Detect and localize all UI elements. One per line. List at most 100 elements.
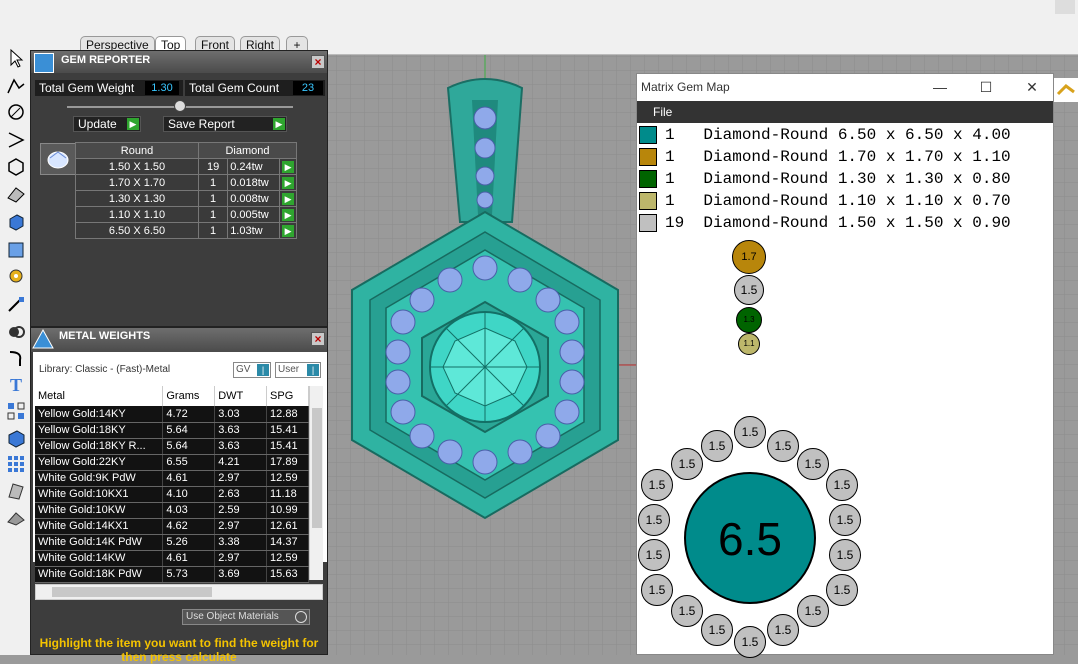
box-icon[interactable] bbox=[6, 212, 26, 232]
save-report-button-label: Save Report bbox=[168, 117, 235, 131]
rhino-rollout-icon[interactable] bbox=[1054, 78, 1078, 102]
gem-map-halo-stone[interactable]: 1.5 bbox=[797, 448, 829, 480]
gem-row[interactable]: 1.30 X 1.30 1 0.008tw ▶ bbox=[75, 190, 297, 207]
metal-dwt: 3.63 bbox=[214, 438, 268, 455]
boolean-icon[interactable] bbox=[6, 321, 26, 341]
gv-toggle[interactable]: GV | bbox=[233, 362, 271, 378]
gem-table-header: Round Diamond bbox=[75, 142, 297, 159]
gem-map-stone-1-3[interactable]: 1.3 bbox=[736, 307, 762, 333]
mesh-icon[interactable] bbox=[6, 240, 26, 260]
gem-map-stone-1-5[interactable]: 1.5 bbox=[734, 275, 764, 305]
select-gem-arrow-icon[interactable]: ▶ bbox=[282, 192, 295, 205]
metal-row[interactable]: White Gold:14KX1 4.62 2.97 12.61 bbox=[35, 518, 309, 535]
col-spg: SPG bbox=[266, 386, 309, 406]
polygon-icon[interactable] bbox=[6, 157, 26, 177]
weight-slider-thumb[interactable] bbox=[174, 100, 186, 112]
gem-map-halo-stone[interactable]: 1.5 bbox=[829, 539, 861, 571]
gem-row[interactable]: 1.10 X 1.10 1 0.005tw ▶ bbox=[75, 206, 297, 223]
gear-icon[interactable] bbox=[6, 266, 26, 286]
metal-name: White Gold:10KW bbox=[35, 502, 164, 519]
metal-spg: 14.37 bbox=[266, 534, 309, 551]
gem-map-halo-stone[interactable]: 1.5 bbox=[671, 448, 703, 480]
user-toggle[interactable]: User | bbox=[275, 362, 321, 378]
gem-map-stone-1-7[interactable]: 1.7 bbox=[732, 240, 766, 274]
analyze-icon[interactable] bbox=[6, 481, 26, 501]
transform-icon[interactable] bbox=[6, 294, 26, 314]
gem-map-halo-stone[interactable]: 1.5 bbox=[829, 504, 861, 536]
gem-shape-round-icon[interactable] bbox=[40, 143, 76, 175]
metal-table-vscrollbar[interactable] bbox=[309, 386, 323, 580]
curve-icon[interactable] bbox=[6, 130, 26, 150]
text-icon[interactable]: T bbox=[6, 374, 26, 394]
select-gem-arrow-icon[interactable]: ▶ bbox=[282, 160, 295, 173]
metal-grams: 5.26 bbox=[162, 534, 216, 551]
save-report-button[interactable]: Save Report ▶ bbox=[163, 116, 287, 132]
metal-row[interactable]: Yellow Gold:14KY 4.72 3.03 12.88 bbox=[35, 406, 309, 423]
cube-icon[interactable] bbox=[6, 428, 26, 448]
gem-map-stone-1-1[interactable]: 1.1 bbox=[738, 333, 760, 355]
gem-map-halo-stone[interactable]: 1.5 bbox=[671, 595, 703, 627]
svg-text:T: T bbox=[10, 375, 22, 394]
metal-table-hscroll-thumb[interactable] bbox=[52, 587, 212, 597]
gem-map-halo-stone[interactable]: 1.5 bbox=[641, 469, 673, 501]
metal-table-vscroll-thumb[interactable] bbox=[312, 408, 322, 528]
col-dwt: DWT bbox=[214, 386, 268, 406]
gem-reporter-close-button[interactable]: × bbox=[311, 55, 325, 69]
gem-map-halo-stone[interactable]: 1.5 bbox=[638, 504, 670, 536]
select-gem-arrow-icon[interactable]: ▶ bbox=[282, 176, 295, 189]
use-object-materials-toggle[interactable]: Use Object Materials bbox=[182, 609, 310, 625]
gem-map-halo-stone[interactable]: 1.5 bbox=[767, 430, 799, 462]
gem-map-halo-stone[interactable]: 1.5 bbox=[826, 469, 858, 501]
metal-row[interactable]: White Gold:9K PdW 4.61 2.97 12.59 bbox=[35, 470, 309, 487]
gem-map-halo-stone[interactable]: 1.5 bbox=[767, 614, 799, 646]
gem-map-halo-stone[interactable]: 1.5 bbox=[638, 539, 670, 571]
grid-icon[interactable] bbox=[6, 401, 26, 421]
minimize-icon[interactable]: — bbox=[917, 74, 963, 101]
gem-map-center-stone[interactable]: 6.5 bbox=[684, 472, 816, 604]
select-arrow-icon[interactable] bbox=[6, 48, 26, 68]
metal-spg: 12.59 bbox=[266, 470, 309, 487]
gem-map-halo-stone[interactable]: 1.5 bbox=[734, 416, 766, 448]
update-button[interactable]: Update ▶ bbox=[73, 116, 141, 132]
gem-row[interactable]: 1.70 X 1.70 1 0.018tw ▶ bbox=[75, 174, 297, 191]
gem-map-halo-stone[interactable]: 1.5 bbox=[734, 626, 766, 658]
render-icon[interactable] bbox=[6, 508, 26, 528]
metal-weights-close-button[interactable]: × bbox=[311, 332, 325, 346]
metal-grams: 5.64 bbox=[162, 422, 216, 439]
metal-row[interactable]: White Gold:10KX1 4.10 2.63 11.18 bbox=[35, 486, 309, 503]
window-restore-icon[interactable] bbox=[1055, 0, 1075, 14]
metal-row[interactable]: Yellow Gold:18KY R... 5.64 3.63 15.41 bbox=[35, 438, 309, 455]
gem-reporter-panel: GEM REPORTER × Total Gem Weight 1.30 Tot… bbox=[30, 50, 328, 327]
select-gem-arrow-icon[interactable]: ▶ bbox=[282, 208, 295, 221]
metal-row[interactable]: Yellow Gold:22KY 6.55 4.21 17.89 bbox=[35, 454, 309, 471]
metal-dwt: 3.38 bbox=[214, 534, 268, 551]
gem-row[interactable]: 1.50 X 1.50 19 0.24tw ▶ bbox=[75, 158, 297, 175]
gem-row[interactable]: 6.50 X 6.50 1 1.03tw ▶ bbox=[75, 222, 297, 239]
gem-map-halo-stone[interactable]: 1.5 bbox=[701, 614, 733, 646]
metal-row[interactable]: White Gold:18K PdW 5.73 3.69 15.63 bbox=[35, 566, 309, 583]
menu-file[interactable]: File bbox=[653, 105, 672, 119]
polyline-icon[interactable] bbox=[6, 76, 26, 96]
update-button-label: Update bbox=[78, 117, 117, 131]
metal-row[interactable]: Yellow Gold:18KY 5.64 3.63 15.41 bbox=[35, 422, 309, 439]
maximize-icon[interactable]: ☐ bbox=[963, 74, 1009, 101]
array-icon[interactable] bbox=[6, 454, 26, 474]
close-icon[interactable]: ✕ bbox=[1009, 74, 1055, 101]
circle-icon[interactable] bbox=[6, 102, 26, 122]
metal-row[interactable]: White Gold:14KW 4.61 2.97 12.59 bbox=[35, 550, 309, 567]
gem-map-halo-stone[interactable]: 1.5 bbox=[641, 574, 673, 606]
hook-icon[interactable] bbox=[6, 348, 26, 368]
gem-map-halo-stone[interactable]: 1.5 bbox=[826, 574, 858, 606]
gem-map-halo-stone[interactable]: 1.5 bbox=[797, 595, 829, 627]
metal-row[interactable]: White Gold:10KW 4.03 2.59 10.99 bbox=[35, 502, 309, 519]
surface-icon[interactable] bbox=[6, 184, 26, 204]
gem-map-halo-stone[interactable]: 1.5 bbox=[701, 430, 733, 462]
total-gem-weight-value: 1.30 bbox=[145, 81, 179, 95]
metal-table-hscrollbar[interactable] bbox=[35, 584, 323, 600]
select-gem-arrow-icon[interactable]: ▶ bbox=[282, 224, 295, 237]
metal-grams: 4.61 bbox=[162, 470, 216, 487]
metal-row[interactable]: White Gold:14K PdW 5.26 3.38 14.37 bbox=[35, 534, 309, 551]
gem-weight: 0.008tw bbox=[227, 190, 281, 207]
gem-count: 1 bbox=[197, 222, 229, 239]
gem-map-window: Matrix Gem Map — ☐ ✕ File 1 Diamond-Roun… bbox=[636, 73, 1055, 658]
